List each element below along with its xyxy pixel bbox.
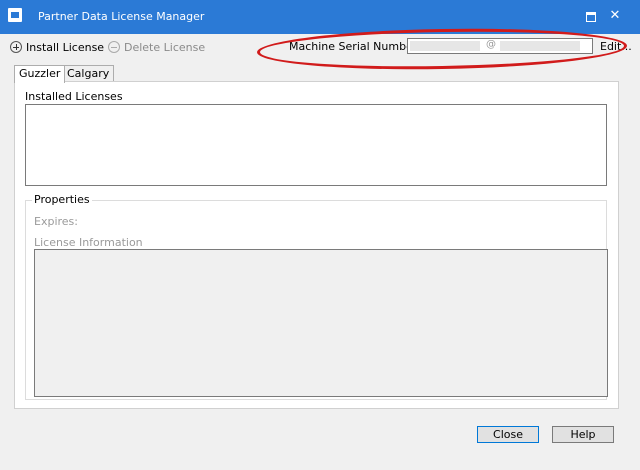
installed-licenses-list[interactable] [25, 104, 607, 186]
tab-guzzler[interactable]: Guzzler [14, 65, 66, 83]
close-button[interactable]: Close [477, 426, 539, 443]
properties-group: Properties Expires: License Information [25, 193, 608, 400]
expires-label: Expires: [34, 215, 78, 228]
installed-licenses-label: Installed Licenses [25, 90, 123, 103]
license-info-label: License Information [34, 236, 143, 249]
maximize-icon [586, 11, 596, 22]
plus-circle-icon [10, 41, 22, 53]
properties-label: Properties [32, 193, 92, 206]
help-button[interactable]: Help [552, 426, 614, 443]
edit-serial-button[interactable]: Edit... [600, 40, 632, 53]
app-icon [8, 8, 22, 22]
serial-redaction-right [500, 41, 580, 51]
install-license-button[interactable]: Install License [10, 39, 104, 55]
machine-serial-label: Machine Serial Number [289, 40, 418, 53]
close-window-button[interactable]: ✕ [606, 7, 624, 25]
serial-redaction-left [410, 41, 480, 51]
delete-license-button[interactable]: Delete License [108, 39, 205, 55]
minus-circle-icon [108, 41, 120, 53]
delete-license-label: Delete License [124, 40, 206, 54]
machine-serial-input[interactable]: @ [407, 38, 593, 54]
license-info-box [34, 249, 608, 397]
title-bar[interactable]: Partner Data License Manager ✕ [0, 0, 640, 34]
install-license-label: Install License [26, 40, 105, 54]
tab-calgary[interactable]: Calgary [62, 65, 115, 82]
tab-panel: Installed Licenses Properties Expires: L… [14, 81, 619, 409]
maximize-button[interactable] [582, 7, 600, 25]
window-title: Partner Data License Manager [38, 10, 205, 23]
serial-at-sign: @ [486, 39, 496, 50]
